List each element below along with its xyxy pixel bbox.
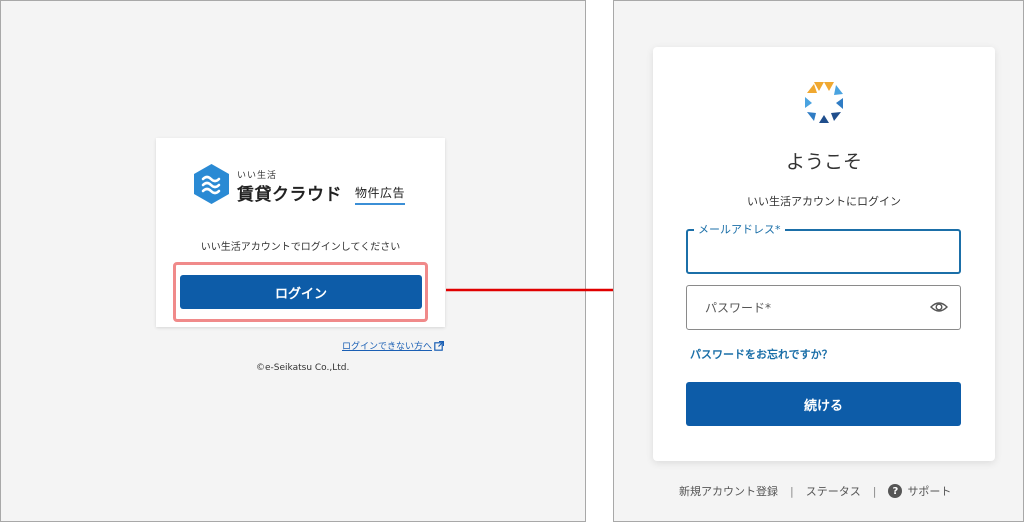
status-link[interactable]: ステータス	[806, 483, 861, 499]
welcome-heading: ようこそ	[785, 151, 862, 173]
login-subtitle: いい生活アカウントにログイン	[747, 195, 901, 208]
right-screenshot-panel: ようこそ いい生活アカウントにログイン メールアドレス* パスワード* パスワー…	[613, 0, 1024, 522]
register-link[interactable]: 新規アカウント登録	[679, 483, 778, 499]
login-card: いい生活 賃貸クラウド 物件広告 いい生活アカウントでログインしてください ログ…	[156, 138, 445, 327]
hexagon-logo-icon	[194, 164, 229, 204]
eye-icon[interactable]	[930, 299, 948, 315]
password-field[interactable]: パスワード*	[686, 285, 961, 330]
logo-main-text: 賃貸クラウド	[237, 185, 342, 205]
footer-links: 新規アカウント登録 | ステータス | ? サポート	[679, 483, 951, 499]
left-screenshot-panel: いい生活 賃貸クラウド 物件広告 いい生活アカウントでログインしてください ログ…	[0, 0, 586, 522]
copyright-text: ©e-Seikatsu Co.,Ltd.	[256, 363, 350, 373]
cannot-login-link[interactable]: ログインできない方へ	[342, 339, 445, 352]
logo-sub-text: 物件広告	[355, 184, 406, 205]
product-logo: いい生活 賃貸クラウド 物件広告	[194, 164, 414, 205]
email-field-label: メールアドレス*	[694, 221, 785, 237]
support-link[interactable]: ? サポート	[888, 483, 951, 499]
login-button[interactable]: ログイン	[180, 275, 422, 309]
login-instruction: いい生活アカウントでログインしてください	[200, 242, 401, 253]
external-link-icon	[434, 340, 445, 351]
support-label: サポート	[907, 485, 952, 498]
footer-separator: |	[790, 484, 794, 498]
password-placeholder: パスワード*	[705, 301, 772, 315]
cannot-login-label: ログインできない方へ	[342, 342, 433, 352]
brand-ring-icon	[805, 82, 843, 123]
forgot-password-link[interactable]: パスワードをお忘れですか？	[690, 346, 833, 362]
auth-card: ようこそ いい生活アカウントにログイン メールアドレス* パスワード* パスワー…	[653, 47, 995, 461]
footer-separator: |	[872, 484, 877, 498]
question-icon: ?	[888, 484, 903, 498]
continue-button[interactable]: 続ける	[686, 382, 961, 426]
